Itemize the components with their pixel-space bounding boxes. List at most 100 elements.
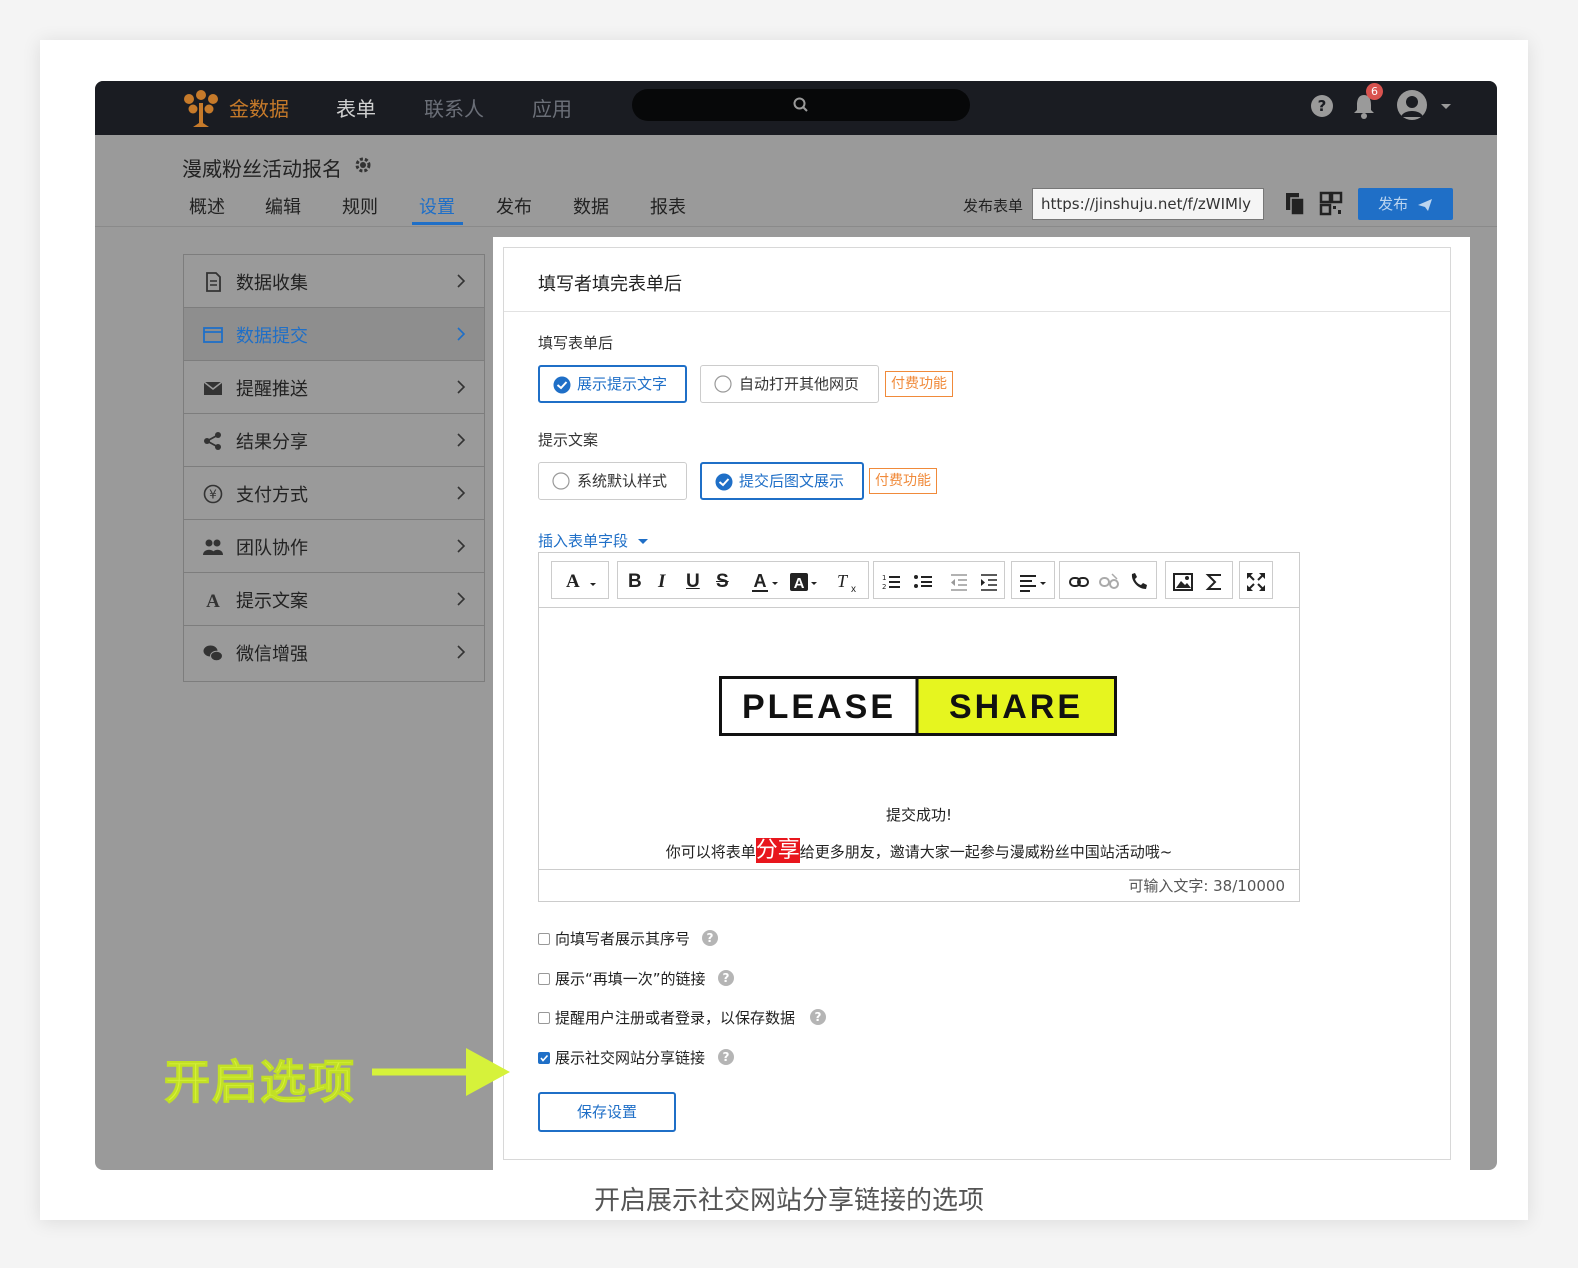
- svg-text:T: T: [837, 571, 849, 591]
- sidebar-item-label: 数据收集: [236, 273, 308, 294]
- svg-text:A: A: [206, 591, 220, 611]
- settings-sidebar: 数据收集 数据提交 提醒推送 结果分享 ¥ 支付方式 团队协作 A 提示文案 微…: [183, 254, 485, 682]
- highlighted-share-word: 分享: [755, 838, 800, 863]
- tab-publish[interactable]: 发布: [496, 193, 532, 219]
- share-icon: [204, 432, 221, 450]
- bold-button[interactable]: B: [628, 571, 642, 593]
- list-group: 1 2: [873, 561, 1005, 599]
- tree-logo-icon[interactable]: [181, 89, 221, 129]
- strikethrough-button[interactable]: S: [716, 571, 729, 593]
- format-group: B I U S A A T x: [617, 561, 869, 599]
- bullet-list-icon[interactable]: [912, 571, 934, 593]
- copy-icon[interactable]: [1282, 190, 1308, 218]
- checkbox-checked[interactable]: [538, 1052, 550, 1064]
- nav-contacts[interactable]: 联系人: [424, 93, 484, 122]
- search-icon: [793, 97, 808, 112]
- sigma-icon[interactable]: [1204, 571, 1226, 593]
- chevron-right-icon: [457, 433, 466, 447]
- sidebar-item-label: 支付方式: [236, 485, 308, 506]
- indent-icon[interactable]: [978, 571, 1000, 593]
- envelope-icon: [203, 381, 223, 395]
- sidebar-item-team[interactable]: 团队协作: [184, 520, 484, 573]
- brand-name[interactable]: 金数据: [229, 93, 289, 122]
- option-label: 提交后图文展示: [739, 472, 845, 490]
- image-icon[interactable]: [1172, 571, 1194, 593]
- sidebar-item-label: 数据提交: [236, 326, 308, 347]
- invite-text: 你可以将表单分享给更多朋友，邀请大家一起参与漫威粉丝中国站活动哦~: [539, 832, 1299, 864]
- sidebar-item-reminder[interactable]: 提醒推送: [184, 361, 484, 414]
- option-default-style[interactable]: 系统默认样式: [538, 462, 687, 500]
- background-color-icon[interactable]: A: [788, 571, 822, 593]
- chevron-right-icon: [457, 327, 466, 341]
- help-icon[interactable]: ?: [702, 930, 718, 946]
- avatar[interactable]: [1395, 88, 1429, 122]
- search-input[interactable]: [632, 89, 970, 121]
- checkbox[interactable]: [538, 973, 550, 985]
- sidebar-item-payment[interactable]: ¥ 支付方式: [184, 467, 484, 520]
- nav-forms[interactable]: 表单: [336, 93, 376, 122]
- save-settings-button[interactable]: 保存设置: [538, 1092, 676, 1132]
- tab-overview[interactable]: 概述: [189, 193, 225, 219]
- check-circle-icon: [715, 473, 733, 491]
- publish-button-label: 发布: [1378, 195, 1409, 213]
- wechat-icon: [203, 645, 223, 662]
- checkbox-label: 展示社交网站分享链接: [555, 1049, 706, 1067]
- publish-url-field[interactable]: https://jinshuju.net/f/zWIMly: [1032, 188, 1264, 220]
- align-icon[interactable]: [1018, 571, 1050, 593]
- font-color-icon[interactable]: A: [750, 571, 784, 593]
- font-size-button[interactable]: A: [566, 571, 580, 593]
- help-icon[interactable]: ?: [718, 970, 734, 986]
- chevron-right-icon: [457, 274, 466, 288]
- tab-settings[interactable]: 设置: [419, 193, 455, 219]
- insert-field-label: 插入表单字段: [538, 532, 629, 550]
- option-open-webpage[interactable]: 自动打开其他网页: [700, 365, 879, 403]
- qrcode-icon[interactable]: [1318, 190, 1344, 218]
- sidebar-item-label: 团队协作: [236, 538, 308, 559]
- tab-reports[interactable]: 报表: [650, 193, 686, 219]
- option-show-tip-text[interactable]: 展示提示文字: [538, 365, 687, 403]
- top-navbar: 金数据 表单 联系人 应用 ? 6: [95, 81, 1497, 135]
- unlink-icon[interactable]: [1098, 571, 1120, 593]
- letter-a-icon: A: [206, 591, 220, 611]
- gear-icon[interactable]: [353, 155, 373, 175]
- fullscreen-group: [1239, 561, 1273, 599]
- ordered-list-icon[interactable]: 1 2: [880, 571, 902, 593]
- clear-format-icon[interactable]: T x: [832, 571, 858, 593]
- fullscreen-icon[interactable]: [1245, 571, 1267, 593]
- option-label: 系统默认样式: [577, 472, 668, 490]
- sidebar-item-tip-text[interactable]: A 提示文案: [184, 573, 484, 626]
- checkbox-label: 向填写者展示其序号: [555, 930, 691, 948]
- help-icon[interactable]: ?: [810, 1009, 826, 1025]
- checkmark-icon: [540, 1054, 549, 1062]
- option-rich-display[interactable]: 提交后图文展示: [700, 462, 864, 500]
- nav-apps[interactable]: 应用: [532, 93, 572, 122]
- tab-edit[interactable]: 编辑: [265, 193, 301, 219]
- italic-button[interactable]: I: [658, 571, 665, 593]
- paid-feature-badge: 付费功能: [885, 371, 953, 397]
- help-icon[interactable]: ?: [1307, 91, 1337, 121]
- rich-text-editor[interactable]: A B I U S A A T x 1 2 PLEASE SHARE 提交成功!…: [538, 552, 1300, 902]
- sidebar-item-label: 结果分享: [236, 432, 308, 453]
- sidebar-item-data-submit[interactable]: 数据提交: [184, 308, 484, 361]
- form-title: 漫威粉丝活动报名: [182, 157, 342, 181]
- tab-data[interactable]: 数据: [573, 193, 609, 219]
- tab-rules[interactable]: 规则: [342, 193, 378, 219]
- svg-text:A: A: [754, 571, 767, 591]
- help-icon[interactable]: ?: [718, 1049, 734, 1065]
- underline-button[interactable]: U: [686, 571, 700, 593]
- outdent-icon[interactable]: [948, 571, 970, 593]
- sidebar-item-result-share[interactable]: 结果分享: [184, 414, 484, 467]
- sidebar-item-wechat[interactable]: 微信增强: [184, 626, 484, 679]
- checkbox[interactable]: [538, 1012, 550, 1024]
- editor-content[interactable]: PLEASE SHARE 提交成功! 你可以将表单分享给更多朋友，邀请大家一起参…: [539, 607, 1299, 869]
- link-icon[interactable]: [1068, 571, 1090, 593]
- checkbox[interactable]: [538, 933, 550, 945]
- sidebar-item-data-collection[interactable]: 数据收集: [184, 255, 484, 308]
- success-text: 提交成功!: [885, 806, 952, 824]
- publish-button[interactable]: 发布: [1358, 188, 1453, 220]
- chevron-down-icon[interactable]: [1439, 91, 1453, 121]
- insert-field-dropdown[interactable]: 插入表单字段: [538, 530, 649, 551]
- publish-url-label: 发布表单: [963, 197, 1024, 215]
- svg-text:A: A: [794, 575, 805, 592]
- phone-icon[interactable]: [1128, 571, 1150, 593]
